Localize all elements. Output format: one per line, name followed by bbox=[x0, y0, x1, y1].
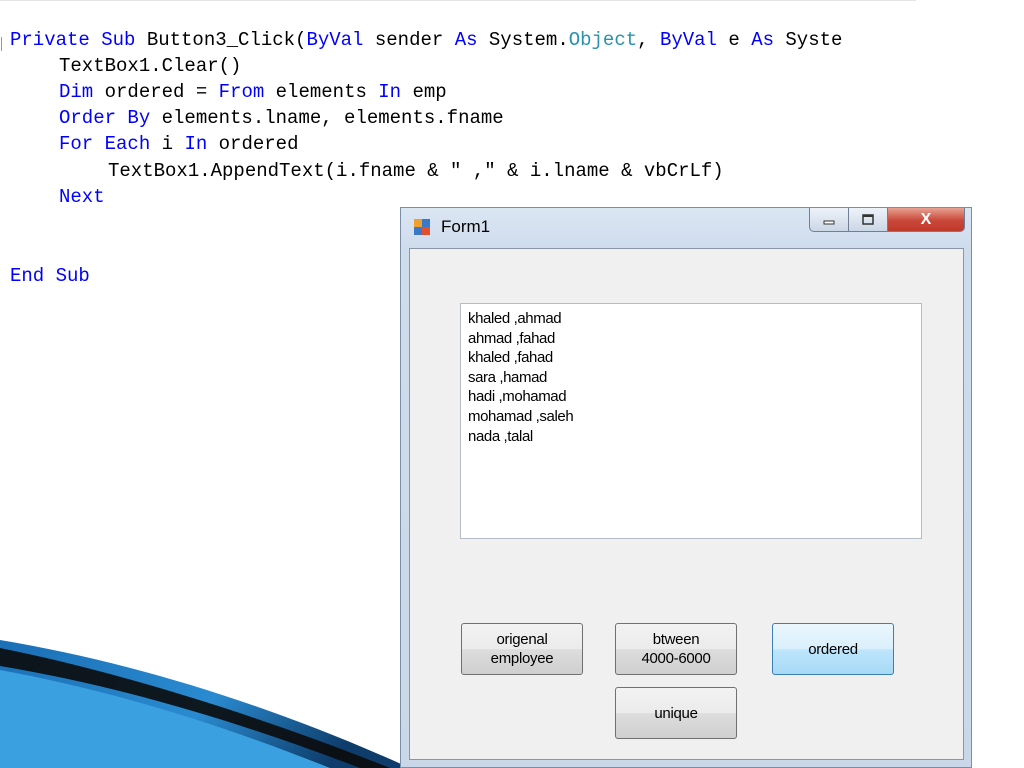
code-token: Button3_Click( bbox=[135, 29, 307, 51]
decorative-swoosh bbox=[0, 640, 410, 768]
code-token: e bbox=[716, 29, 752, 51]
code-line-8: End Sub bbox=[10, 263, 90, 289]
form-icon bbox=[414, 219, 430, 235]
code-token: In bbox=[378, 81, 402, 103]
original-employee-button[interactable]: origenal employee bbox=[461, 623, 583, 675]
code-line-5: For Each i In ordered bbox=[59, 131, 298, 157]
code-token: TextBox1.AppendText(i.fname & " ," & i.l… bbox=[108, 160, 724, 182]
title-bar[interactable]: Form1 X bbox=[401, 208, 971, 246]
code-token: ByVal bbox=[659, 29, 717, 51]
code-token: ordered bbox=[207, 133, 299, 155]
output-line: mohamad ,saleh bbox=[468, 407, 574, 425]
ordered-button[interactable]: ordered bbox=[772, 623, 894, 675]
minimize-button[interactable] bbox=[809, 208, 849, 232]
code-token: TextBox1.Clear() bbox=[59, 55, 242, 77]
output-line: sara ,hamad bbox=[468, 368, 547, 386]
code-token: System. bbox=[477, 29, 569, 51]
code-token: Dim bbox=[59, 81, 94, 103]
close-button[interactable]: X bbox=[887, 208, 965, 232]
maximize-icon bbox=[862, 213, 874, 225]
output-line: khaled ,ahmad bbox=[468, 310, 562, 327]
output-line: nada ,talal bbox=[468, 427, 533, 445]
code-line-1: Private Sub Button3_Click(ByVal sender A… bbox=[10, 27, 842, 53]
code-token: Private Sub bbox=[10, 29, 136, 51]
code-token: Order By bbox=[59, 107, 151, 129]
code-line-6: TextBox1.AppendText(i.fname & " ," & i.l… bbox=[108, 158, 724, 184]
code-token: , bbox=[637, 29, 660, 51]
code-line-4: Order By elements.lname, elements.fname bbox=[59, 105, 504, 131]
code-token: From bbox=[218, 81, 265, 103]
code-token: As bbox=[454, 29, 478, 51]
code-line-3: Dim ordered = From elements In emp bbox=[59, 79, 447, 105]
code-token: sender bbox=[363, 29, 455, 51]
code-token: Next bbox=[59, 186, 105, 208]
unique-button[interactable]: unique bbox=[615, 687, 737, 739]
maximize-button[interactable] bbox=[848, 208, 888, 232]
between-4000-6000-button[interactable]: btween 4000-6000 bbox=[615, 623, 737, 675]
code-token: Object bbox=[568, 29, 638, 51]
output-line: khaled ,fahad bbox=[468, 349, 553, 367]
window-title: Form1 bbox=[441, 217, 491, 236]
code-token: elements bbox=[264, 81, 379, 103]
output-line: hadi ,mohamad bbox=[468, 388, 567, 406]
code-token: End Sub bbox=[10, 265, 90, 287]
code-token: ordered = bbox=[93, 81, 219, 103]
code-token: Syste bbox=[774, 29, 843, 51]
form-client-area: khaled ,ahmad ahmad ,fahad khaled ,fahad… bbox=[409, 248, 964, 760]
code-token: As bbox=[751, 29, 774, 51]
output-line: ahmad ,fahad bbox=[468, 329, 555, 347]
collapse-marker[interactable] bbox=[1, 37, 5, 51]
minimize-icon bbox=[823, 220, 835, 224]
code-token: elements.lname, elements.fname bbox=[150, 107, 504, 129]
code-token: i bbox=[150, 133, 185, 155]
code-token: ByVal bbox=[306, 29, 364, 51]
output-textbox[interactable]: khaled ,ahmad ahmad ,fahad khaled ,fahad… bbox=[460, 303, 922, 539]
code-line-2: TextBox1.Clear() bbox=[59, 53, 241, 79]
code-token: emp bbox=[401, 81, 447, 103]
code-token: In bbox=[184, 133, 208, 155]
close-icon: X bbox=[920, 210, 932, 228]
form-window: Form1 X khaled ,ahmad ahmad ,fahad khale… bbox=[400, 207, 972, 768]
code-line-7: Next bbox=[59, 184, 105, 210]
code-token: For Each bbox=[59, 133, 151, 155]
